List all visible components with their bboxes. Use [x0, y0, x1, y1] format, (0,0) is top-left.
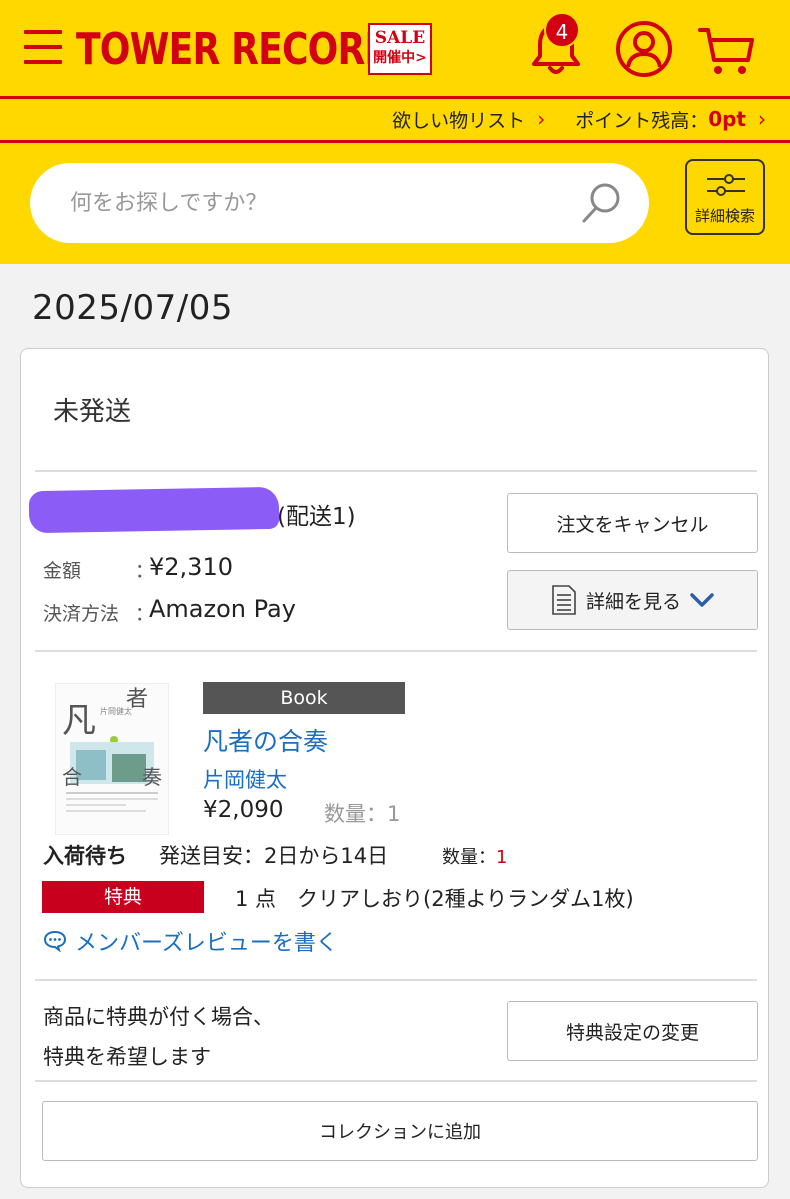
svg-text:合: 合	[62, 765, 82, 789]
write-review-label: メンバーズレビューを書く	[75, 931, 338, 956]
search-input[interactable]	[70, 185, 570, 221]
account-icon[interactable]	[614, 18, 674, 78]
sale-banner[interactable]: SALE 開催中>	[368, 23, 432, 75]
divider	[35, 650, 757, 652]
divider	[35, 979, 757, 981]
header-divider	[0, 140, 790, 143]
chevron-down-icon	[690, 593, 714, 607]
change-perk-setting-button[interactable]: 特典設定の変更	[507, 1001, 758, 1061]
view-details-label: 詳細を見る	[585, 590, 681, 613]
chevron-right-icon: ›	[758, 107, 766, 131]
amount-value: ¥2,310	[149, 553, 233, 581]
svg-text:凡: 凡	[62, 701, 96, 741]
perk-note-line: 商品に特典が付く場合、	[43, 1005, 274, 1029]
redaction-mark	[28, 486, 280, 534]
site-header: TOWER RECORDS SALE 開催中> 4 欲しい物リスト › ポイント…	[0, 0, 790, 264]
svg-text:片岡健太: 片岡健太	[100, 706, 132, 716]
item-price: ¥2,090	[203, 797, 284, 823]
notification-badge: 4	[544, 12, 580, 48]
wishlist-link[interactable]: 欲しい物リスト	[392, 106, 525, 133]
points-label[interactable]: ポイント残高：	[575, 106, 708, 133]
search-box	[30, 163, 649, 243]
perk-badge: 特典	[42, 881, 204, 913]
order-quantity-value: 1	[496, 847, 508, 868]
svg-text:奏: 奏	[142, 765, 162, 789]
sale-label: SALE	[374, 28, 426, 48]
order-shipment-label: (配送1)	[277, 504, 356, 530]
divider	[35, 1080, 757, 1082]
search-icon[interactable]	[578, 179, 626, 227]
order-status: 未発送	[53, 397, 132, 427]
chat-bubble-icon	[43, 930, 67, 952]
perk-description: 1 点 クリアしおり(2種よりランダム1枚)	[235, 887, 634, 911]
amount-label: 金額	[43, 560, 82, 582]
points-value[interactable]: 0pt	[708, 107, 746, 131]
cart-icon[interactable]	[696, 18, 756, 78]
menu-icon[interactable]	[24, 30, 62, 68]
advanced-search-label: 詳細検索	[694, 207, 755, 225]
sale-sublabel: 開催中>	[373, 50, 427, 66]
divider	[35, 470, 757, 472]
format-tag: Book	[203, 682, 405, 714]
add-to-collection-button[interactable]: コレクションに追加	[42, 1101, 758, 1161]
perk-preference-note: 商品に特典が付く場合、 特典を希望します	[43, 997, 274, 1077]
view-details-button[interactable]: 詳細を見る	[507, 570, 758, 630]
order-quantity-label: 数量：	[442, 847, 496, 868]
book-cover-image[interactable]: 凡 者 片岡健太 の 合 奏	[55, 683, 169, 835]
order-card: 未発送 (配送1) 金額 ： ¥2,310 決済方法 ： Amazon Pay …	[20, 348, 769, 1188]
perk-note-line: 特典を希望します	[43, 1045, 211, 1069]
order-date: 2025/07/05	[32, 288, 233, 328]
payment-value: Amazon Pay	[149, 595, 296, 623]
advanced-search-button[interactable]: 詳細検索	[685, 159, 765, 235]
order-quantity: 数量：1	[442, 843, 507, 869]
item-author-link[interactable]: 片岡健太	[203, 764, 287, 794]
header-divider	[0, 96, 790, 99]
availability-status: 入荷待ち	[43, 844, 127, 868]
top-bar: TOWER RECORDS SALE 開催中> 4	[0, 0, 790, 96]
chevron-right-icon: ›	[537, 107, 546, 131]
document-icon	[552, 585, 576, 615]
cancel-order-button[interactable]: 注文をキャンセル	[507, 493, 758, 553]
sliders-icon	[707, 174, 745, 196]
item-quantity: 数量：1	[324, 802, 401, 826]
payment-label: 決済方法	[43, 603, 120, 625]
item-title-link[interactable]: 凡者の合奏	[203, 722, 328, 758]
shipping-estimate: 発送目安：2日から14日	[159, 844, 389, 868]
write-review-link[interactable]: メンバーズレビューを書く	[43, 925, 338, 957]
account-links: 欲しい物リスト › ポイント残高： 0pt ›	[392, 104, 766, 134]
